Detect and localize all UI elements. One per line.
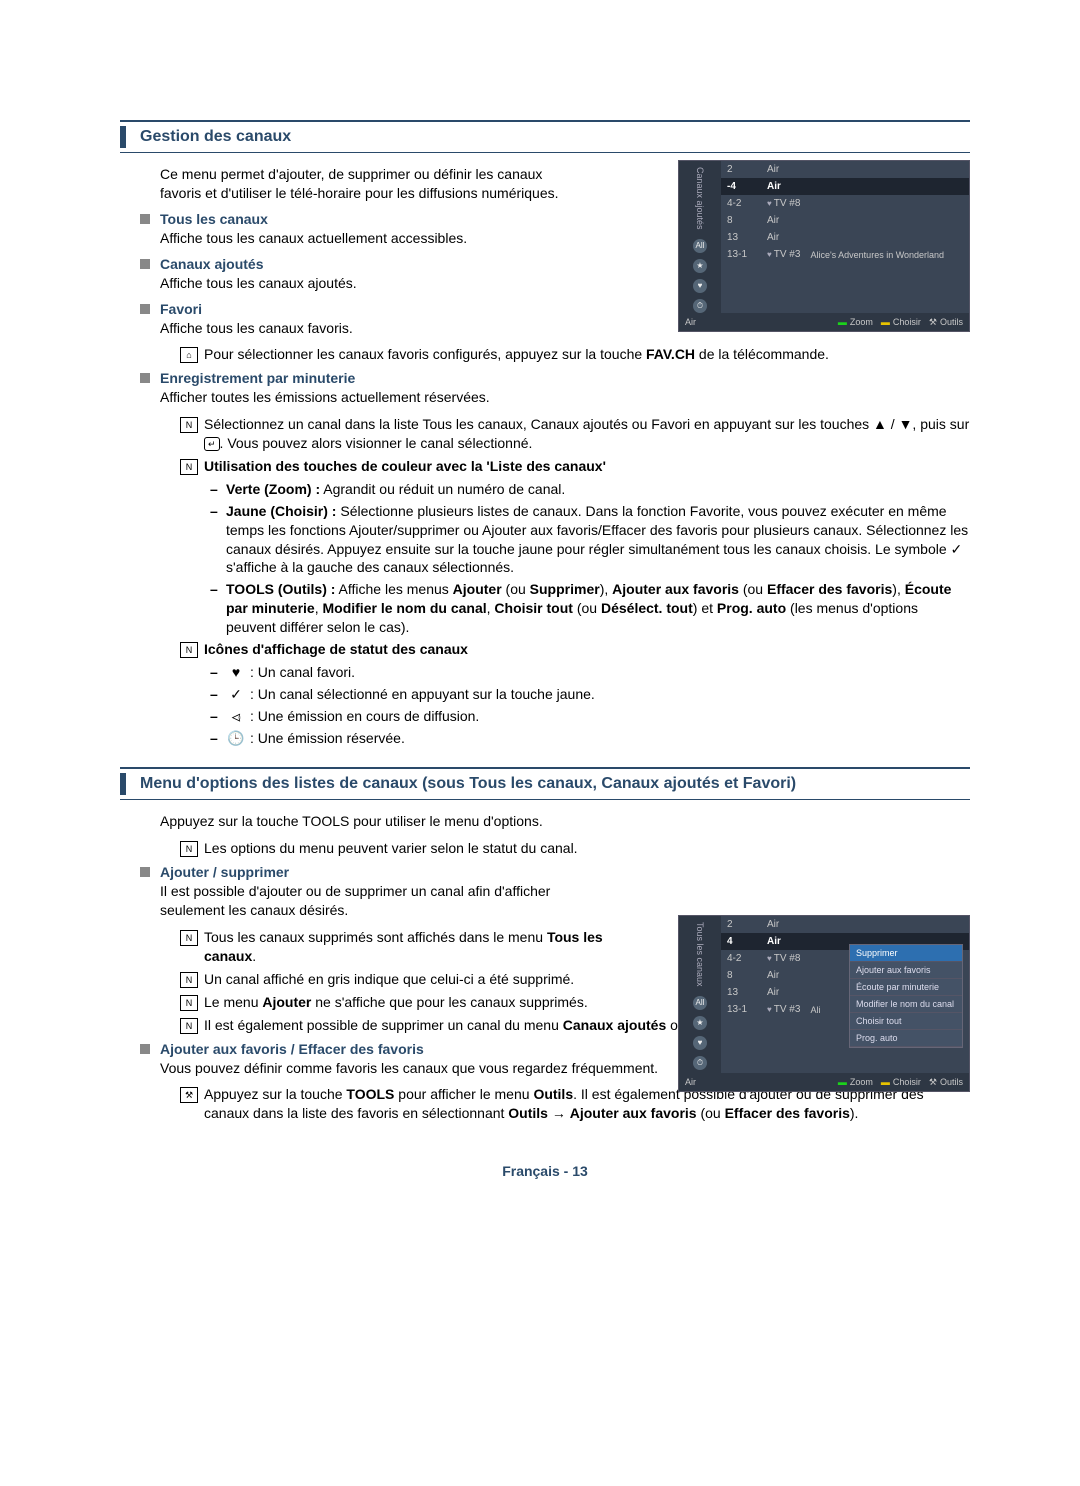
subhead-label: Favori — [160, 301, 202, 317]
channel-panel-2: Tous les canaux All ★ ♥ ⏱ 2Air4Air4-2TV … — [678, 915, 970, 1092]
tools-icon: ⚒ — [180, 1087, 198, 1103]
fav-icon[interactable]: ♥ — [693, 279, 707, 293]
subhead-label: Tous les canaux — [160, 211, 268, 227]
clock-icon: 🕒 — [226, 729, 246, 748]
intro-text: Appuyez sur la touche TOOLS pour utilise… — [160, 812, 580, 831]
panel-footer: Air Zoom Choisir Outils — [679, 1073, 969, 1091]
note-row: N Le menu Ajouter ne s'affiche que pour … — [180, 993, 620, 1012]
note-row: N Sélectionnez un canal dans la liste To… — [180, 415, 970, 453]
tools-menu-item[interactable]: Modifier le nom du canal — [850, 996, 962, 1013]
channel-row[interactable]: 13-1TV #3Alice's Adventures in Wonderlan… — [721, 246, 969, 263]
icon-legend-row: –🕒: Une émission réservée. — [210, 729, 970, 748]
tools-menu-item[interactable]: Écoute par minuterie — [850, 979, 962, 996]
channel-row[interactable]: 13Air — [721, 229, 969, 246]
panel-sidebar: Tous les canaux All ★ ♥ ⏱ — [679, 916, 721, 1091]
square-icon — [140, 214, 150, 224]
square-icon — [140, 304, 150, 314]
foot-air: Air — [685, 1077, 696, 1087]
bullet-row: – Jaune (Choisir) : Sélectionne plusieur… — [210, 502, 970, 578]
foot-choisir[interactable]: Choisir — [881, 317, 921, 327]
note-icon: N — [180, 417, 198, 433]
body-text: Afficher toutes les émissions actuelleme… — [160, 388, 970, 407]
note-row: N Utilisation des touches de couleur ave… — [180, 457, 970, 476]
added-icon[interactable]: ★ — [693, 259, 707, 273]
note-icon: N — [180, 995, 198, 1011]
bullet-row: – Verte (Zoom) : Agrandit ou réduit un n… — [210, 480, 970, 499]
channel-panel-1: Canaux ajoutés All ★ ♥ ⏱ 2Air-4Air4-2TV … — [678, 160, 970, 332]
fav-icon[interactable]: ♥ — [693, 1036, 707, 1050]
note-row: N Tous les canaux supprimés sont affiché… — [180, 928, 620, 966]
tools-menu-item[interactable]: Supprimer — [850, 945, 962, 962]
subhead-enregistrement: Enregistrement par minuterie — [140, 370, 970, 386]
square-icon — [140, 1044, 150, 1054]
body-text: Il est possible d'ajouter ou de supprime… — [160, 882, 580, 920]
foot-outils[interactable]: Outils — [929, 317, 963, 328]
note-text: Pour sélectionner les canaux favoris con… — [204, 345, 829, 364]
panel-side-label: Canaux ajoutés — [695, 167, 705, 230]
channel-row[interactable]: -4Air — [721, 178, 969, 195]
foot-zoom[interactable]: Zoom — [838, 317, 873, 327]
intro-text: Ce menu permet d'ajouter, de supprimer o… — [160, 165, 580, 203]
all-icon[interactable]: All — [693, 239, 707, 253]
subhead-ajouter-supprimer: Ajouter / supprimer — [140, 864, 970, 880]
note-icon: N — [180, 1018, 198, 1034]
page-footer: Français - 13 — [120, 1163, 970, 1179]
note-icon: N — [180, 972, 198, 988]
section-title: Menu d'options des listes de canaux (sou… — [140, 775, 796, 792]
section-header-gestion: Gestion des canaux — [120, 120, 970, 153]
note-row: ⌂ Pour sélectionner les canaux favoris c… — [180, 345, 970, 364]
timer-icon[interactable]: ⏱ — [693, 1056, 707, 1070]
enter-icon: ↵ — [204, 437, 220, 451]
subhead-label: Canaux ajoutés — [160, 256, 263, 272]
added-icon[interactable]: ★ — [693, 1016, 707, 1030]
bullet-row: – TOOLS (Outils) : Affiche les menus Ajo… — [210, 580, 970, 637]
foot-choisir[interactable]: Choisir — [881, 1077, 921, 1087]
foot-outils[interactable]: Outils — [929, 1077, 963, 1088]
square-icon — [140, 373, 150, 383]
icon-legend-row: –✓: Un canal sélectionné en appuyant sur… — [210, 685, 970, 704]
panel-sidebar: Canaux ajoutés All ★ ♥ ⏱ — [679, 161, 721, 331]
note-text: Icônes d'affichage de statut des canaux — [204, 640, 468, 659]
note-text: Sélectionnez un canal dans la liste Tous… — [204, 415, 970, 453]
section-header-options: Menu d'options des listes de canaux (sou… — [120, 767, 970, 800]
note-text: Utilisation des touches de couleur avec … — [204, 457, 606, 476]
channel-row[interactable]: 4-2TV #8 — [721, 195, 969, 212]
note-icon: N — [180, 841, 198, 857]
heart-icon: ♥ — [226, 663, 246, 682]
note-row: N Icônes d'affichage de statut des canau… — [180, 640, 970, 659]
panel-side-label: Tous les canaux — [695, 922, 705, 987]
tools-menu[interactable]: SupprimerAjouter aux favorisÉcoute par m… — [849, 944, 963, 1048]
icon-legend-row: –♥: Un canal favori. — [210, 663, 970, 682]
note-icon: N — [180, 459, 198, 475]
note-icon: N — [180, 930, 198, 946]
all-icon[interactable]: All — [693, 996, 707, 1010]
foot-air: Air — [685, 317, 696, 327]
remote-icon: ⌂ — [180, 347, 198, 363]
subhead-label: Enregistrement par minuterie — [160, 370, 355, 386]
icon-legend-row: –⏿: Une émission en cours de diffusion. — [210, 707, 970, 726]
tools-menu-item[interactable]: Choisir tout — [850, 1013, 962, 1030]
tools-menu-item[interactable]: Ajouter aux favoris — [850, 962, 962, 979]
foot-zoom[interactable]: Zoom — [838, 1077, 873, 1087]
broadcast-icon: ⏿ — [226, 707, 246, 726]
panel-main: 2Air-4Air4-2TV #88Air13Air13-1TV #3Alice… — [721, 161, 969, 313]
note-icon: N — [180, 642, 198, 658]
channel-row[interactable]: 8Air — [721, 212, 969, 229]
channel-row[interactable]: 2Air — [721, 916, 969, 933]
timer-icon[interactable]: ⏱ — [693, 299, 707, 313]
tools-menu-item[interactable]: Prog. auto — [850, 1030, 962, 1047]
channel-row[interactable]: 2Air — [721, 161, 969, 178]
panel-footer: Air Zoom Choisir Outils — [679, 313, 969, 331]
note-row: N Les options du menu peuvent varier sel… — [180, 839, 620, 858]
section-title: Gestion des canaux — [140, 128, 291, 145]
square-icon — [140, 867, 150, 877]
subhead-label: Ajouter aux favoris / Effacer des favori… — [160, 1041, 424, 1057]
subhead-label: Ajouter / supprimer — [160, 864, 289, 880]
check-icon: ✓ — [226, 685, 246, 704]
note-text: Les options du menu peuvent varier selon… — [204, 839, 578, 858]
square-icon — [140, 259, 150, 269]
